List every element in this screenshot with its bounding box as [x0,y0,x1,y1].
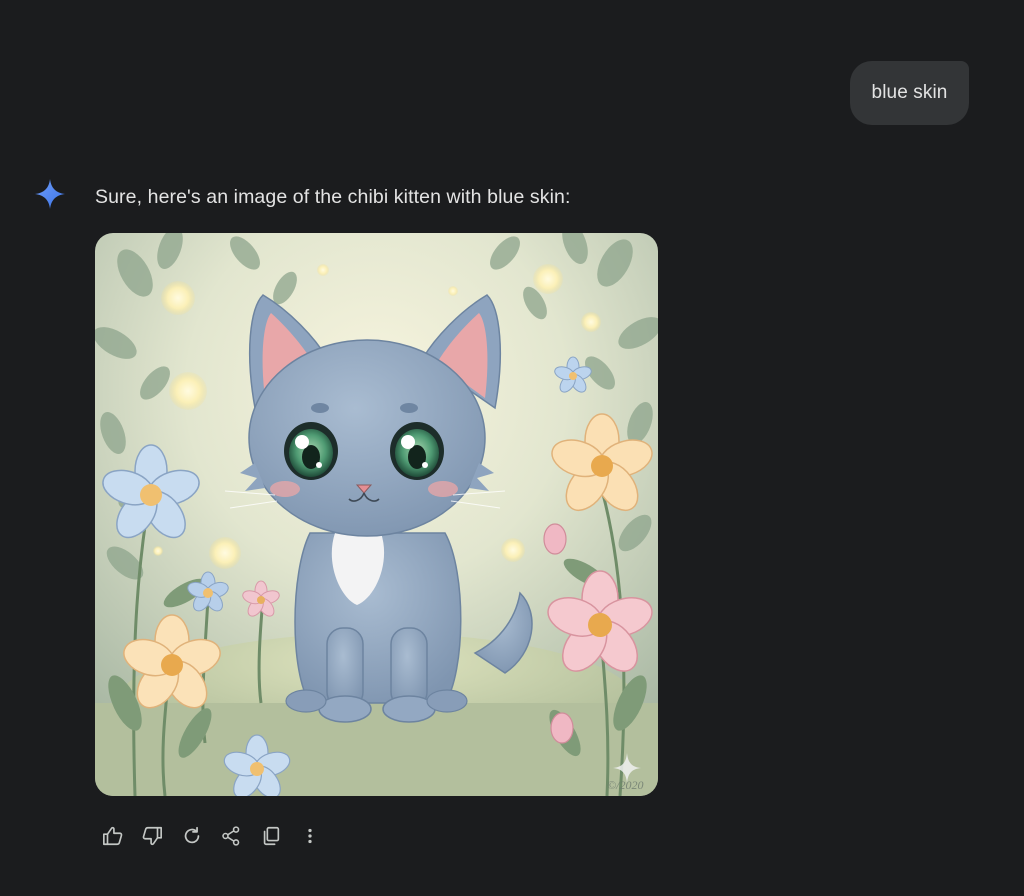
copy-button[interactable] [251,822,291,850]
regenerate-button[interactable] [172,822,212,850]
image-signature: ©/2020 [607,778,643,792]
response-text: Sure, here's an image of the chibi kitte… [95,186,571,208]
thumbs-down-button[interactable] [133,822,173,850]
share-button[interactable] [212,822,252,850]
regenerate-icon [184,826,200,844]
more-options-button[interactable] [291,822,331,850]
user-message-bubble: blue skin [850,61,969,125]
generated-kitten-image[interactable]: ©/2020 [95,233,658,796]
thumbs-up-icon [102,826,123,846]
thumbs-up-button[interactable] [93,822,133,850]
response-action-bar [93,822,330,850]
copy-icon [263,826,279,846]
gemini-spark-icon [33,177,67,211]
more-vert-icon [308,828,312,844]
thumbs-down-icon [142,826,163,846]
share-icon [222,826,240,846]
